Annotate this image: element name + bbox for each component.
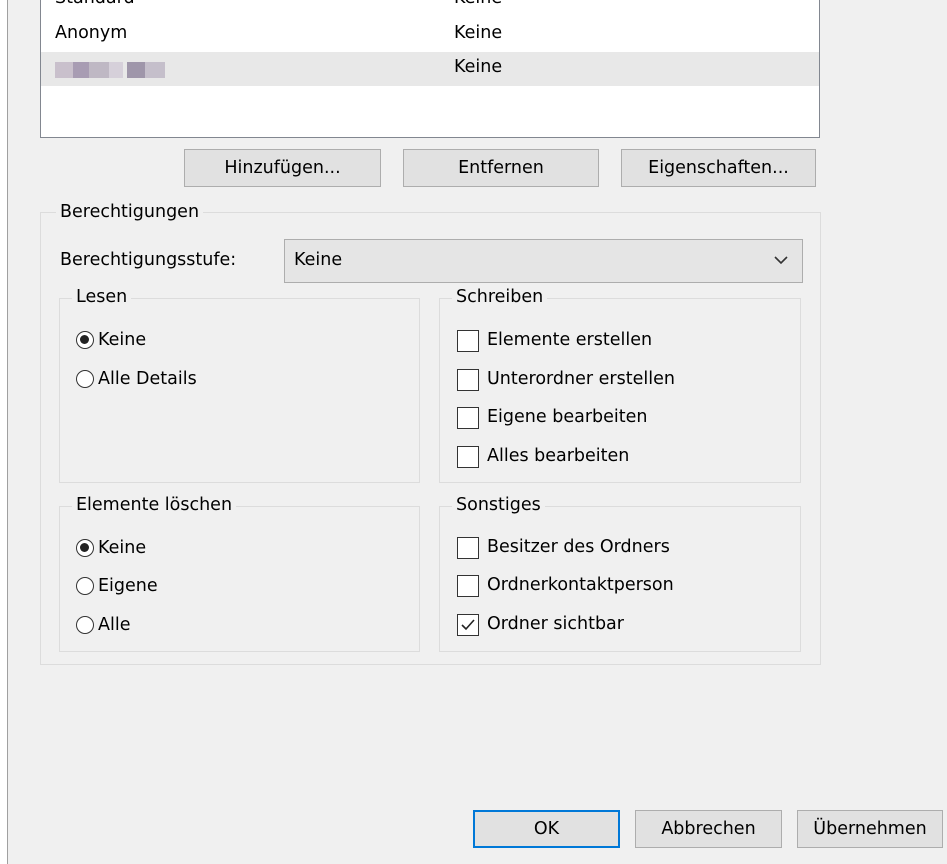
radio-label: Alle Details	[98, 369, 197, 389]
checkbox-label: Ordnerkontaktperson	[487, 575, 674, 595]
apply-button[interactable]: Übernehmen	[797, 810, 943, 848]
radio-label: Keine	[98, 538, 147, 558]
checkbox-label: Besitzer des Ordners	[487, 537, 670, 557]
permission-level-label: Berechtigungsstufe:	[60, 250, 237, 270]
list-item-permission: Keine	[454, 0, 502, 8]
list-item[interactable]: Anonym Keine	[41, 18, 819, 52]
list-item-permission: Keine	[454, 23, 503, 43]
radio-label: Eigene	[98, 576, 158, 596]
checkbox[interactable]	[457, 575, 479, 597]
write-group-title: Schreiben	[452, 287, 548, 307]
list-item-name: Anonym	[55, 23, 128, 43]
radio-button[interactable]	[76, 331, 94, 349]
permissions-group-title: Berechtigungen	[56, 202, 204, 222]
checkbox[interactable]	[457, 407, 479, 429]
permission-level-dropdown[interactable]: Keine	[284, 239, 803, 283]
properties-button[interactable]: Eigenschaften...	[621, 149, 816, 187]
checkbox-label: Elemente erstellen	[487, 330, 653, 350]
permission-level-value: Keine	[294, 250, 343, 270]
radio-label: Keine	[98, 330, 147, 350]
checkbox[interactable]	[457, 446, 479, 468]
other-group-title: Sonstiges	[452, 495, 545, 515]
checkbox-label: Unterordner erstellen	[487, 369, 675, 389]
list-item-name: Standard	[55, 0, 135, 8]
list-item-selected[interactable]: Keine	[41, 52, 819, 86]
checkbox[interactable]	[457, 537, 479, 559]
list-item-permission: Keine	[454, 57, 503, 77]
checkbox-checked[interactable]	[457, 614, 479, 636]
radio-button[interactable]	[76, 616, 94, 634]
checkbox[interactable]	[457, 330, 479, 352]
add-user-button[interactable]: Hinzufügen...	[184, 149, 381, 187]
radio-label: Alle	[98, 615, 131, 635]
checkbox[interactable]	[457, 369, 479, 391]
checkbox-label: Alles bearbeiten	[487, 446, 630, 466]
cancel-button[interactable]: Abbrechen	[635, 810, 782, 848]
radio-button[interactable]	[76, 577, 94, 595]
radio-button[interactable]	[76, 539, 94, 557]
checkbox-label: Ordner sichtbar	[487, 614, 624, 634]
dialog-left-edge	[0, 0, 8, 864]
list-item[interactable]: Standard Keine	[41, 0, 819, 17]
chevron-down-icon	[772, 251, 790, 269]
checkmark-icon	[461, 619, 475, 631]
delete-group-title: Elemente löschen	[72, 495, 237, 515]
obscured-user-name	[55, 62, 165, 78]
remove-user-button[interactable]: Entfernen	[403, 149, 599, 187]
checkbox-label: Eigene bearbeiten	[487, 407, 648, 427]
ok-button[interactable]: OK	[473, 810, 620, 848]
radio-button[interactable]	[76, 370, 94, 388]
read-group-title: Lesen	[72, 287, 132, 307]
user-permission-list[interactable]: Standard Keine Anonym Keine Keine	[40, 0, 820, 138]
read-group	[59, 298, 420, 483]
